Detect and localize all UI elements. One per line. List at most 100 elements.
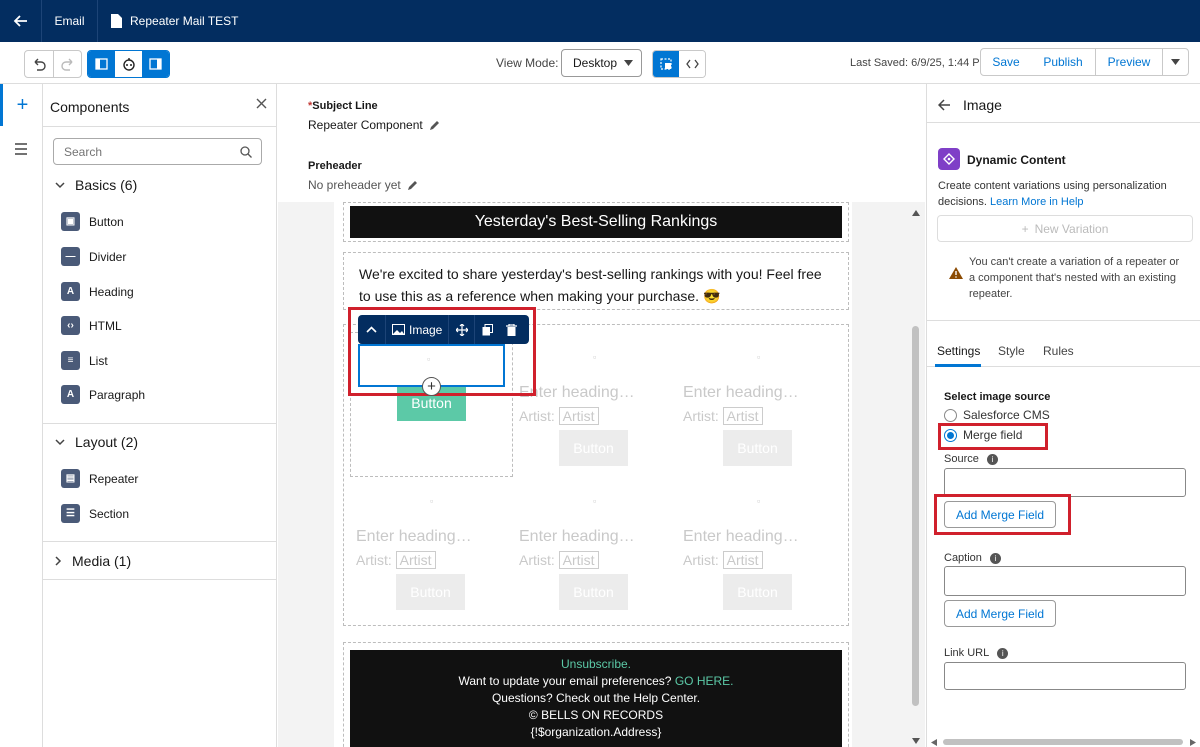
tab-repeater-mail[interactable]: Repeater Mail TEST [110, 0, 239, 42]
component-button[interactable]: ▣ Button [61, 212, 124, 231]
preheader-field[interactable]: No preheader yet [308, 178, 418, 192]
image-placeholder-icon: ▫ [593, 352, 597, 362]
radio-merge-field[interactable]: Merge field [944, 428, 1022, 442]
artist-label: Artist: [519, 408, 555, 424]
card-artist: Artist: Artist [683, 407, 763, 425]
components-search-input[interactable]: Search [53, 138, 262, 165]
caption-input[interactable] [944, 566, 1186, 596]
link-url-input[interactable] [944, 662, 1186, 690]
info-icon[interactable]: i [986, 453, 998, 465]
duplicate-button[interactable] [475, 315, 499, 344]
redo-button[interactable] [53, 51, 81, 77]
subject-line-field[interactable]: Repeater Component [308, 118, 440, 132]
divider [927, 320, 1200, 321]
design-view-button[interactable] [653, 51, 679, 77]
source-input[interactable] [944, 468, 1186, 497]
tab-style[interactable]: Style [998, 344, 1025, 358]
intro-text: We're excited to share yesterday's best-… [359, 266, 822, 304]
card-heading: Enter heading… [683, 528, 799, 545]
save-button[interactable]: Save [980, 48, 1032, 76]
scroll-thumb[interactable] [912, 326, 919, 706]
scroll-left-icon [931, 739, 937, 746]
properties-panel: Image Dynamic Content Create content var… [926, 84, 1200, 747]
go-here-link[interactable]: GO HERE. [675, 674, 734, 688]
preview-button[interactable]: Preview [1095, 48, 1163, 76]
search-icon [240, 146, 252, 158]
component-label: Repeater [89, 471, 139, 486]
component-section[interactable]: ☰ Section [61, 504, 129, 523]
artist-merge-tag: Artist [395, 551, 436, 569]
basics-section-toggle[interactable]: Basics (6) [55, 177, 137, 193]
component-repeater[interactable]: ▤ Repeater [61, 469, 138, 488]
tab-active-indicator [935, 364, 981, 367]
component-list[interactable]: ≡ List [61, 351, 108, 370]
paragraph-icon: A [61, 385, 80, 404]
image-toolbar-text: Image [409, 322, 443, 337]
back-button[interactable] [0, 0, 42, 42]
add-components-tab[interactable]: + [0, 84, 42, 126]
einstein-toggle[interactable] [115, 51, 142, 77]
image-placeholder-icon: ▫ [427, 354, 431, 364]
horizontal-scrollbar[interactable] [931, 738, 1197, 746]
last-saved: Last Saved: 6/9/25, 1:44 PM [850, 57, 989, 69]
scroll-thumb[interactable] [943, 739, 1183, 745]
outline-tab[interactable] [0, 128, 42, 170]
banner-block[interactable]: Yesterday's Best-Selling Rankings [343, 202, 849, 242]
panel-toggle-group [87, 50, 170, 78]
arrow-left-icon[interactable] [938, 99, 951, 111]
tab-settings[interactable]: Settings [937, 344, 980, 358]
button-icon: ▣ [61, 212, 80, 231]
radio-circle [944, 428, 957, 442]
learn-more-link[interactable]: Learn More in Help [990, 196, 1084, 208]
canvas-scrollbar[interactable] [911, 206, 921, 747]
artist-merge-tag: Artist [722, 551, 763, 569]
properties-title: Image [963, 97, 1002, 113]
radio-dot [947, 431, 954, 439]
radio-salesforce-cms[interactable]: Salesforce CMS [944, 408, 1050, 422]
more-actions-button[interactable] [1162, 48, 1189, 76]
add-merge-field-caption-button[interactable]: Add Merge Field [944, 600, 1056, 627]
card-heading: Enter heading… [683, 384, 799, 401]
tab-email[interactable]: Email [42, 0, 98, 42]
unsubscribe-link[interactable]: Unsubscribe. [350, 656, 842, 673]
intro-paragraph[interactable]: We're excited to share yesterday's best-… [343, 252, 849, 310]
undo-button[interactable] [25, 51, 53, 77]
add-block-button[interactable]: + [422, 377, 441, 396]
add-merge-field-button[interactable]: Add Merge Field [944, 501, 1056, 528]
component-html[interactable]: ‹› HTML [61, 316, 122, 335]
right-panel-toggle[interactable] [142, 51, 169, 77]
info-icon[interactable]: i [989, 552, 1001, 564]
publish-button[interactable]: Publish [1031, 48, 1096, 76]
code-view-button[interactable] [679, 51, 705, 77]
image-placeholder-icon: ▫ [430, 496, 434, 506]
media-section-toggle[interactable]: Media (1) [55, 553, 131, 569]
selected-image-block[interactable]: ▫ + [358, 344, 505, 396]
footer-block[interactable]: Unsubscribe. Want to update your email p… [343, 642, 849, 747]
source-label-text: Source [944, 453, 979, 465]
info-icon[interactable]: i [997, 647, 1009, 659]
image-type-label: Image [386, 315, 450, 344]
select-parent-button[interactable] [358, 315, 386, 344]
component-paragraph[interactable]: A Paragraph [61, 385, 145, 404]
caption-label-text: Caption [944, 552, 982, 564]
divider-icon: — [61, 247, 80, 266]
tab-rules[interactable]: Rules [1043, 344, 1074, 358]
left-panel-toggle[interactable] [88, 51, 115, 77]
new-variation-label: New Variation [1034, 221, 1109, 236]
layout-section-toggle[interactable]: Layout (2) [55, 434, 138, 450]
view-toggle-group [652, 50, 706, 78]
view-mode-select[interactable]: Desktop [561, 49, 642, 77]
close-panel-button[interactable] [256, 98, 267, 112]
card-button: Button [723, 574, 792, 610]
artist-label: Artist: [683, 408, 719, 424]
repeater-card: ▫ Enter heading… Artist: Artist Button [519, 352, 682, 472]
component-heading[interactable]: A Heading [61, 282, 134, 301]
footer-content: Unsubscribe. Want to update your email p… [350, 650, 842, 747]
image-icon [392, 324, 405, 335]
component-divider[interactable]: — Divider [61, 247, 126, 266]
subject-area: *Subject Line Repeater Component Prehead… [278, 84, 925, 202]
delete-button[interactable] [499, 315, 523, 344]
move-button[interactable] [449, 315, 476, 344]
design-view-icon [660, 58, 672, 70]
new-variation-button[interactable]: + New Variation [937, 215, 1193, 242]
